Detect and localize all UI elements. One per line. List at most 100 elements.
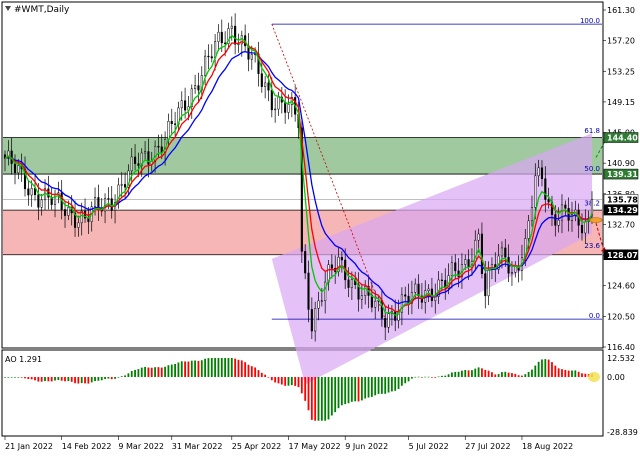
ao-bar	[297, 377, 300, 388]
fib-level-label: 61.8	[584, 127, 600, 135]
ao-bar	[561, 369, 563, 377]
ao-bar	[517, 375, 520, 377]
ao-bar	[247, 364, 250, 377]
ao-bar	[557, 368, 560, 377]
ao-bar	[240, 360, 243, 377]
ao-bar	[447, 374, 450, 377]
candle-body	[384, 318, 387, 328]
time-axis-label: 5 Jul 2022	[409, 442, 449, 451]
ao-bar	[120, 376, 123, 377]
candle-body	[564, 204, 567, 209]
ao-bar	[487, 370, 490, 377]
ao-bar	[30, 377, 33, 380]
ao-bar	[200, 360, 203, 377]
candle-body	[417, 283, 420, 297]
ao-bar	[514, 373, 517, 377]
ao-bar	[384, 377, 387, 394]
ao-bar	[407, 377, 410, 382]
ao-bar	[360, 377, 363, 401]
indicator-axis: 12.532 0.00 -28.839	[607, 354, 638, 437]
ao-bar	[491, 372, 493, 377]
ao-bar	[114, 377, 116, 379]
ao-bar	[70, 377, 73, 382]
ao-bar	[477, 367, 480, 377]
ao-bar	[190, 360, 193, 377]
ao-bar	[521, 375, 523, 377]
ao-bar	[100, 377, 103, 381]
candle-body	[94, 197, 97, 207]
candle-body	[540, 167, 544, 179]
candle-body	[567, 208, 570, 221]
ao-bar	[170, 364, 173, 377]
candle-body	[120, 184, 123, 186]
candle-body	[130, 156, 133, 172]
indicator-axis-label: -28.839	[607, 428, 638, 437]
ao-bar	[367, 377, 370, 398]
candle-body	[167, 120, 170, 140]
chart-title[interactable]: #WMT,Daily	[5, 5, 70, 15]
candle-body	[324, 281, 327, 301]
ao-bar	[290, 377, 293, 386]
candle-body	[97, 197, 100, 209]
ao-bar	[217, 358, 220, 377]
trading-chart[interactable]: 100.061.850.038.223.60.0 161.30157.20153…	[0, 0, 640, 457]
candle-body	[284, 101, 287, 113]
ao-bar	[404, 377, 407, 384]
ao-bar	[284, 377, 287, 386]
candle-body	[220, 31, 223, 44]
ao-bar	[434, 377, 437, 378]
fib-level-label: 50.0	[584, 165, 600, 173]
candle-body	[304, 251, 307, 274]
ao-bar	[84, 377, 86, 384]
ao-bar	[160, 367, 163, 377]
ao-bar	[474, 368, 477, 377]
time-axis-label: 17 May 2022	[288, 442, 340, 451]
candle-body	[370, 295, 373, 308]
chart-canvas[interactable]: 100.061.850.038.223.60.0 161.30157.20153…	[0, 0, 640, 457]
time-axis: 21 Jan 2022 14 Feb 2022 9 Mar 2022 31 Mar 2…	[4, 436, 573, 451]
price-tag-text: 135.78	[607, 195, 638, 204]
candle-body	[487, 269, 490, 297]
ao-bar	[380, 377, 383, 394]
ao-bar	[40, 377, 43, 382]
ao-bar	[324, 377, 327, 421]
ao-bar	[304, 377, 307, 401]
ao-bar	[340, 377, 343, 406]
ao-bar	[14, 377, 16, 378]
ao-bar	[127, 373, 130, 377]
ao-bar	[34, 377, 36, 381]
candle-body	[144, 151, 147, 154]
ao-bar	[110, 377, 113, 380]
candle-body	[534, 175, 537, 208]
time-axis-label: 25 Apr 2022	[232, 442, 281, 451]
price-axis-label: 124.60	[607, 282, 635, 291]
ao-bar	[374, 377, 377, 396]
ao-bar	[104, 377, 106, 380]
chart-title-text: #WMT,Daily	[14, 5, 70, 15]
ao-bar	[310, 377, 313, 420]
candle-body	[467, 259, 470, 268]
ao-bar	[37, 377, 40, 382]
candle-body	[180, 100, 183, 109]
ao-bar	[44, 377, 46, 382]
candle-body	[330, 264, 333, 269]
ao-bar	[451, 372, 453, 377]
candle-body	[584, 221, 587, 234]
ao-bar	[497, 374, 500, 377]
ao-bar	[337, 377, 340, 409]
ao-bar	[177, 362, 180, 377]
candle-body	[230, 25, 233, 29]
price-axis-label: 153.25	[607, 67, 635, 76]
candle-body	[157, 146, 160, 148]
ao-bar	[534, 365, 537, 377]
candle-body	[484, 273, 487, 297]
ao-bar	[74, 377, 76, 384]
ao-bar	[417, 376, 420, 378]
candle-body	[194, 85, 197, 90]
candle-body	[67, 206, 70, 216]
ao-bar	[264, 374, 267, 377]
ao-bar	[317, 377, 320, 421]
candle-body	[547, 199, 550, 203]
ao-bar	[97, 377, 100, 381]
ao-bar	[60, 377, 63, 381]
